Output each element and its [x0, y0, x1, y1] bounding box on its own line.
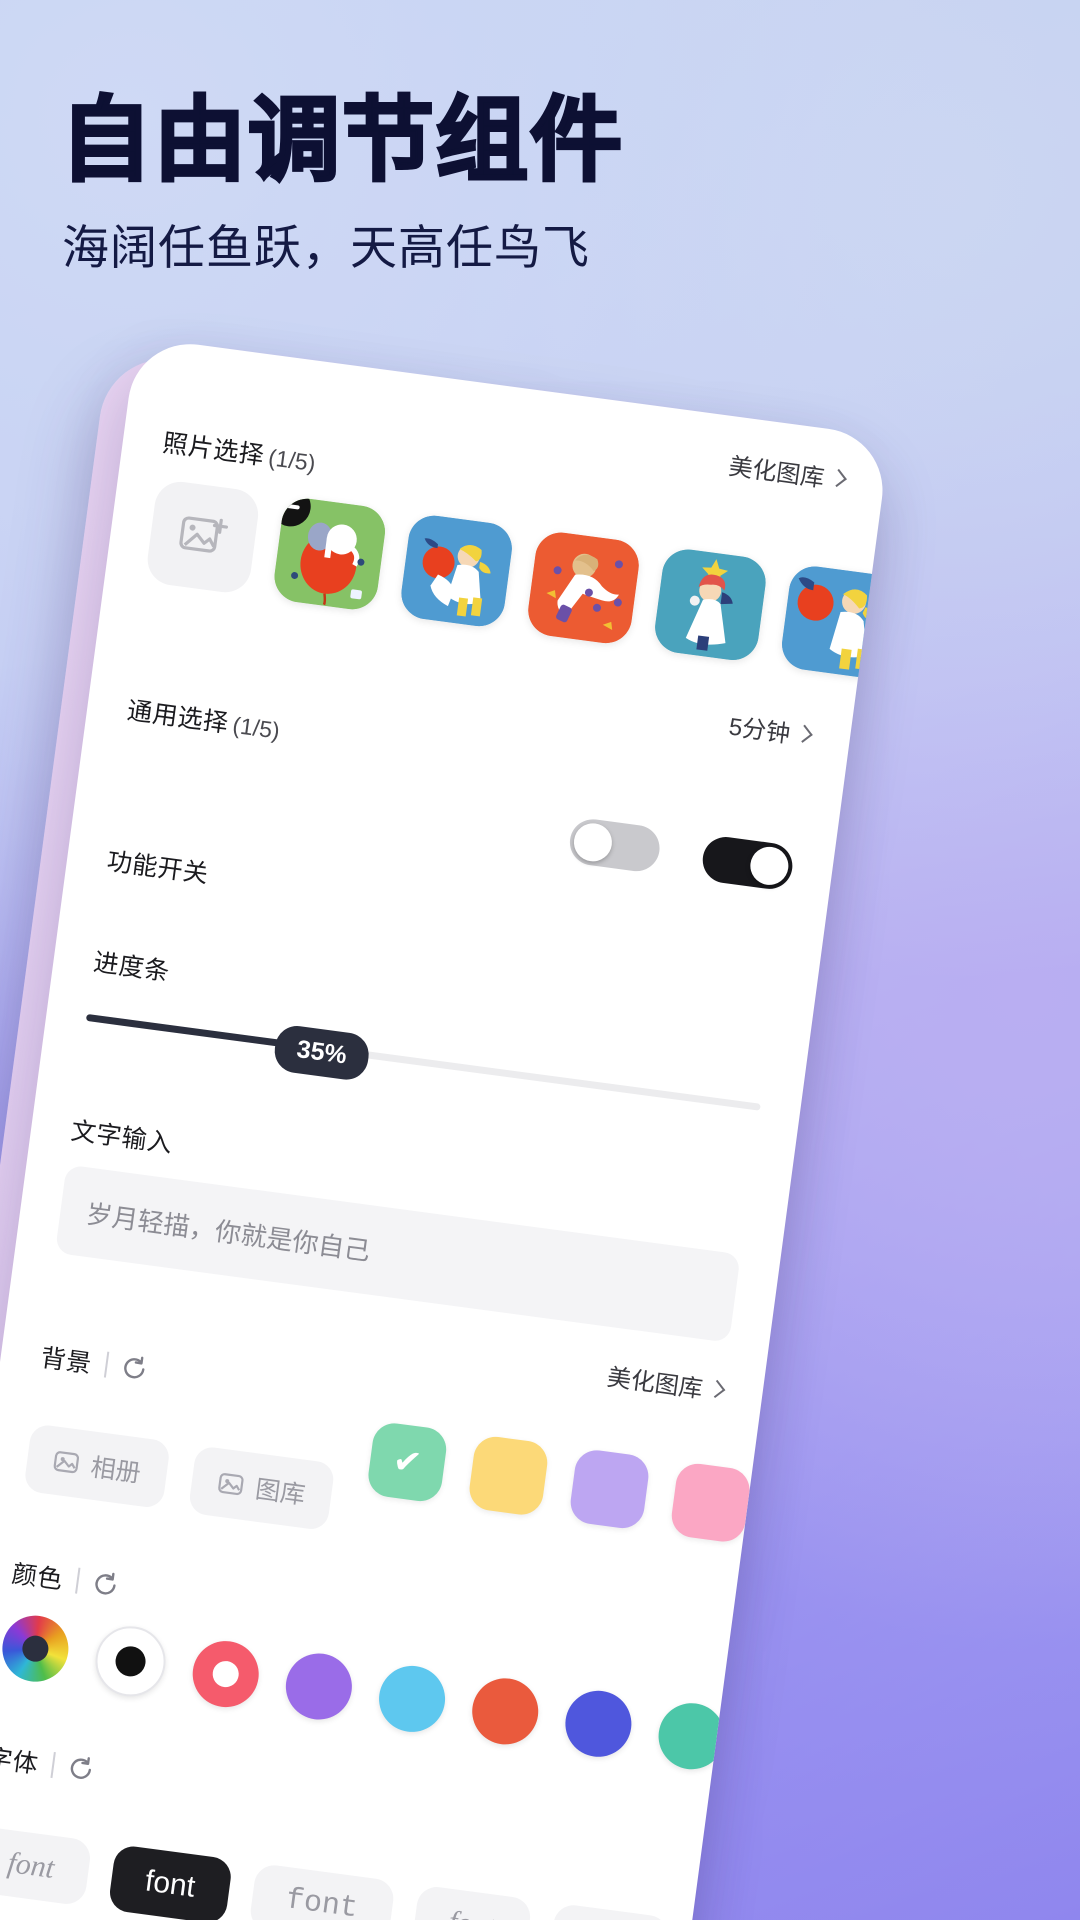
- phone-screen-frame: 美化图库 照片选择 (1/5) 5分钟 通用选择 (1/5) 功能开关 进度条 …: [0, 336, 891, 1920]
- reset-icon: [91, 1570, 120, 1599]
- promo-headline: 自由调节组件: [58, 90, 625, 192]
- album-icon: [52, 1449, 81, 1476]
- background-swatch-pink[interactable]: [669, 1461, 753, 1545]
- divider: [75, 1567, 81, 1594]
- font-title: 字体: [0, 1744, 40, 1779]
- promo-subhead: 海阔任鱼跃，天高任鸟飞: [62, 221, 590, 274]
- check-icon: ✔: [390, 1441, 424, 1483]
- color-dot-cyan[interactable]: [374, 1661, 450, 1737]
- general-select-title: 通用选择: [125, 696, 231, 738]
- duration-label: 5分钟: [727, 713, 792, 749]
- background-gallery-label: 图库: [253, 1475, 307, 1510]
- top-gallery-label: 美化图库: [727, 453, 826, 493]
- text-input-title: 文字输入: [69, 1116, 175, 1159]
- color-dot-orange[interactable]: [468, 1674, 543, 1749]
- background-title: 背景: [39, 1343, 94, 1379]
- color-dot-black[interactable]: [91, 1622, 170, 1701]
- reset-icon: [66, 1754, 95, 1783]
- photo-thumbnail-4[interactable]: [651, 546, 769, 664]
- slider-value-bubble[interactable]: 35%: [271, 1023, 372, 1083]
- background-swatch-yellow[interactable]: [466, 1434, 550, 1518]
- photo-select-title: 照片选择: [161, 429, 266, 471]
- add-photo-button[interactable]: [144, 478, 262, 596]
- color-dot-purple[interactable]: [281, 1649, 356, 1724]
- chevron-right-icon: [828, 468, 847, 488]
- color-wheel-icon[interactable]: [0, 1611, 73, 1686]
- photo-thumbnail-5[interactable]: [778, 563, 891, 681]
- photo-select-count: (1/5): [266, 444, 318, 477]
- divider: [50, 1752, 56, 1779]
- divider: [103, 1351, 109, 1378]
- font-option-3[interactable]: font: [248, 1862, 396, 1920]
- gallery-link[interactable]: 美化图库: [605, 1357, 726, 1407]
- font-option-4[interactable]: font: [410, 1884, 533, 1920]
- gallery-icon: [216, 1470, 245, 1497]
- color-title: 颜色: [10, 1560, 65, 1595]
- chevron-right-icon: [794, 724, 813, 743]
- background-swatch-green[interactable]: ✔: [365, 1420, 449, 1504]
- gallery-link-label: 美化图库: [605, 1364, 705, 1404]
- font-option-5[interactable]: font: [548, 1902, 671, 1920]
- photo-thumbnail-1[interactable]: [271, 495, 389, 613]
- color-dot-pink[interactable]: [188, 1636, 263, 1712]
- background-gallery-button[interactable]: 图库: [187, 1445, 336, 1532]
- color-reset-button[interactable]: [75, 1567, 120, 1599]
- photo-thumbnail-2[interactable]: [398, 512, 516, 630]
- toggle-knob: [748, 844, 791, 888]
- background-album-button[interactable]: 相册: [23, 1423, 171, 1510]
- color-dot-teal[interactable]: [654, 1699, 729, 1774]
- feature-toggle-on[interactable]: [699, 834, 796, 892]
- phone-mockup: 美化图库 照片选择 (1/5) 5分钟 通用选择 (1/5) 功能开关 进度条 …: [0, 311, 1080, 1920]
- toggle-knob: [571, 820, 615, 864]
- progress-title: 进度条: [91, 948, 172, 987]
- chevron-right-icon: [707, 1379, 726, 1399]
- font-option-2[interactable]: font: [107, 1844, 233, 1920]
- feature-toggle-off[interactable]: [567, 816, 663, 874]
- top-gallery-link[interactable]: 美化图库: [727, 446, 847, 496]
- app-screen: 美化图库 照片选择 (1/5) 5分钟 通用选择 (1/5) 功能开关 进度条 …: [0, 337, 891, 1920]
- promo-stage: 自由调节组件 海阔任鱼跃，天高任鸟飞 美化图库 照片选择 (1/5) 5分钟 通…: [0, 0, 1080, 1920]
- photo-thumbnail-3[interactable]: [525, 529, 642, 647]
- background-reset-button[interactable]: [103, 1351, 149, 1383]
- color-dot-blue[interactable]: [561, 1686, 636, 1761]
- font-reset-button[interactable]: [50, 1752, 95, 1783]
- background-album-label: 相册: [88, 1453, 143, 1488]
- background-swatch-purple[interactable]: [567, 1447, 652, 1531]
- font-option-1[interactable]: font: [0, 1825, 93, 1907]
- add-image-icon: [176, 512, 229, 562]
- background-source-buttons: 相册 图库: [23, 1423, 336, 1532]
- reset-icon: [119, 1354, 148, 1383]
- general-select-count: (1/5): [231, 711, 282, 744]
- function-switch-title: 功能开关: [105, 847, 211, 889]
- duration-link[interactable]: 5分钟: [727, 706, 813, 751]
